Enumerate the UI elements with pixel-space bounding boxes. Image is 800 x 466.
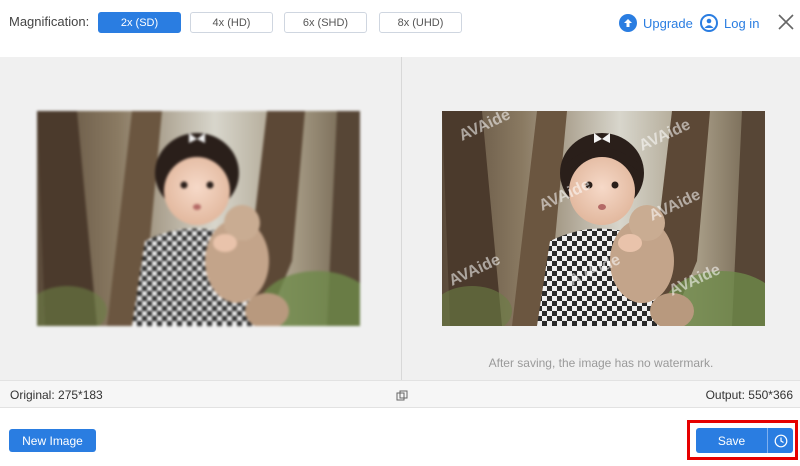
original-image xyxy=(37,111,360,326)
magnification-4x-button[interactable]: 4x (HD) xyxy=(190,12,273,33)
magnification-8x-button[interactable]: 8x (UHD) xyxy=(379,12,462,33)
save-button[interactable]: Save xyxy=(696,428,767,453)
info-bar: Original: 275*183 Output: 550*366 xyxy=(0,380,800,408)
upgrade-label: Upgrade xyxy=(643,15,693,31)
upscaled-image: AVAide AVAide AVAide AVAide AVAide AVAid… xyxy=(442,111,765,326)
user-icon xyxy=(700,14,718,32)
login-link[interactable]: Log in xyxy=(700,12,759,34)
output-size-label: Output: 550*366 xyxy=(705,388,793,402)
clock-icon[interactable] xyxy=(768,428,793,453)
preview-divider xyxy=(401,57,402,380)
upgrade-link[interactable]: Upgrade xyxy=(619,12,693,34)
close-icon[interactable] xyxy=(776,12,796,32)
save-button-group: Save xyxy=(696,428,793,453)
magnification-label: Magnification: xyxy=(9,14,90,29)
watermark-note: After saving, the image has no watermark… xyxy=(488,356,714,370)
original-size-label: Original: 275*183 xyxy=(10,388,103,402)
magnification-2x-button[interactable]: 2x (SD) xyxy=(98,12,181,33)
compare-icon[interactable] xyxy=(396,389,408,401)
new-image-button[interactable]: New Image xyxy=(9,429,96,452)
top-bar: Magnification: 2x (SD) 4x (HD) 6x (SHD) … xyxy=(0,0,800,46)
upgrade-arrow-icon xyxy=(619,14,637,32)
login-label: Log in xyxy=(724,15,760,31)
preview-area: AVAide AVAide AVAide AVAide AVAide AVAid… xyxy=(0,57,800,380)
magnification-6x-button[interactable]: 6x (SHD) xyxy=(284,12,367,33)
